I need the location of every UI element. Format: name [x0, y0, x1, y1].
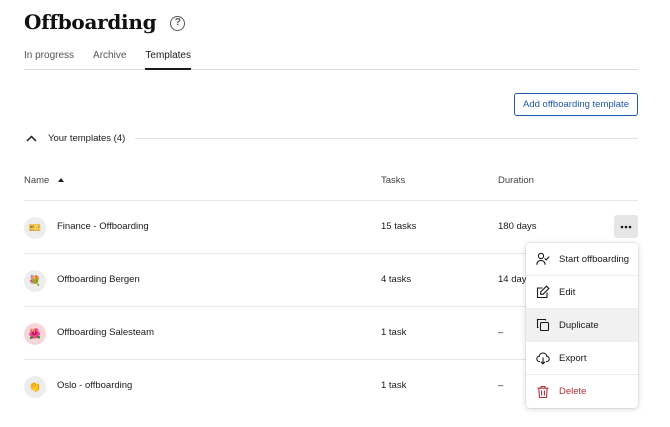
- template-tasks: 1 task: [381, 380, 407, 391]
- column-header-duration: Duration: [498, 175, 534, 186]
- template-avatar: 🎫: [24, 217, 46, 239]
- column-header-tasks: Tasks: [381, 175, 406, 186]
- menu-item-edit[interactable]: Edit: [526, 276, 638, 309]
- tab-archive[interactable]: Archive: [93, 48, 126, 70]
- trash-icon: [536, 385, 550, 399]
- template-name[interactable]: Oslo - offboarding: [57, 380, 132, 391]
- menu-item-start-offboarding[interactable]: Start offboarding: [526, 243, 638, 276]
- duplicate-icon: [536, 318, 550, 332]
- template-name[interactable]: Finance - Offboarding: [57, 221, 149, 232]
- templates-section-header[interactable]: Your templates (4): [24, 130, 638, 146]
- row-actions-menu: Start offboarding Edit Duplicate Export …: [526, 243, 638, 408]
- column-header-name[interactable]: Name: [24, 175, 65, 186]
- template-duration: –: [498, 327, 504, 338]
- template-name[interactable]: Offboarding Salesteam: [57, 327, 154, 338]
- menu-item-delete[interactable]: Delete: [526, 375, 638, 408]
- section-title: Your templates (4): [48, 132, 126, 144]
- template-tasks: 1 task: [381, 327, 407, 338]
- page-title: Offboarding: [24, 10, 157, 34]
- menu-item-export[interactable]: Export: [526, 342, 638, 375]
- user-check-icon: [536, 252, 550, 266]
- tab-bar: In progress Archive Templates: [24, 48, 638, 70]
- template-avatar: 💐: [24, 270, 46, 292]
- tab-in-progress[interactable]: In progress: [24, 48, 74, 70]
- column-header-name-label: Name: [24, 175, 50, 186]
- template-avatar: 🌺: [24, 323, 46, 345]
- menu-item-duplicate[interactable]: Duplicate: [526, 309, 638, 342]
- template-name[interactable]: Offboarding Bergen: [57, 274, 140, 285]
- page-header: Offboarding ?: [24, 10, 186, 34]
- more-horizontal-icon: [620, 225, 632, 228]
- template-tasks: 15 tasks: [381, 221, 417, 232]
- sort-ascending-icon[interactable]: [58, 178, 65, 182]
- template-duration: –: [498, 380, 504, 391]
- export-icon: [536, 351, 550, 365]
- chevron-up-icon[interactable]: [24, 131, 38, 145]
- edit-icon: [536, 285, 550, 299]
- tab-templates[interactable]: Templates: [145, 48, 191, 70]
- template-avatar: 👏: [24, 376, 46, 398]
- section-divider: [135, 137, 638, 139]
- row-actions-button[interactable]: [614, 215, 638, 238]
- template-duration: 180 days: [498, 221, 537, 232]
- help-icon[interactable]: ?: [170, 15, 186, 31]
- template-tasks: 4 tasks: [381, 274, 412, 285]
- add-offboarding-template-button[interactable]: Add offboarding template: [514, 93, 638, 116]
